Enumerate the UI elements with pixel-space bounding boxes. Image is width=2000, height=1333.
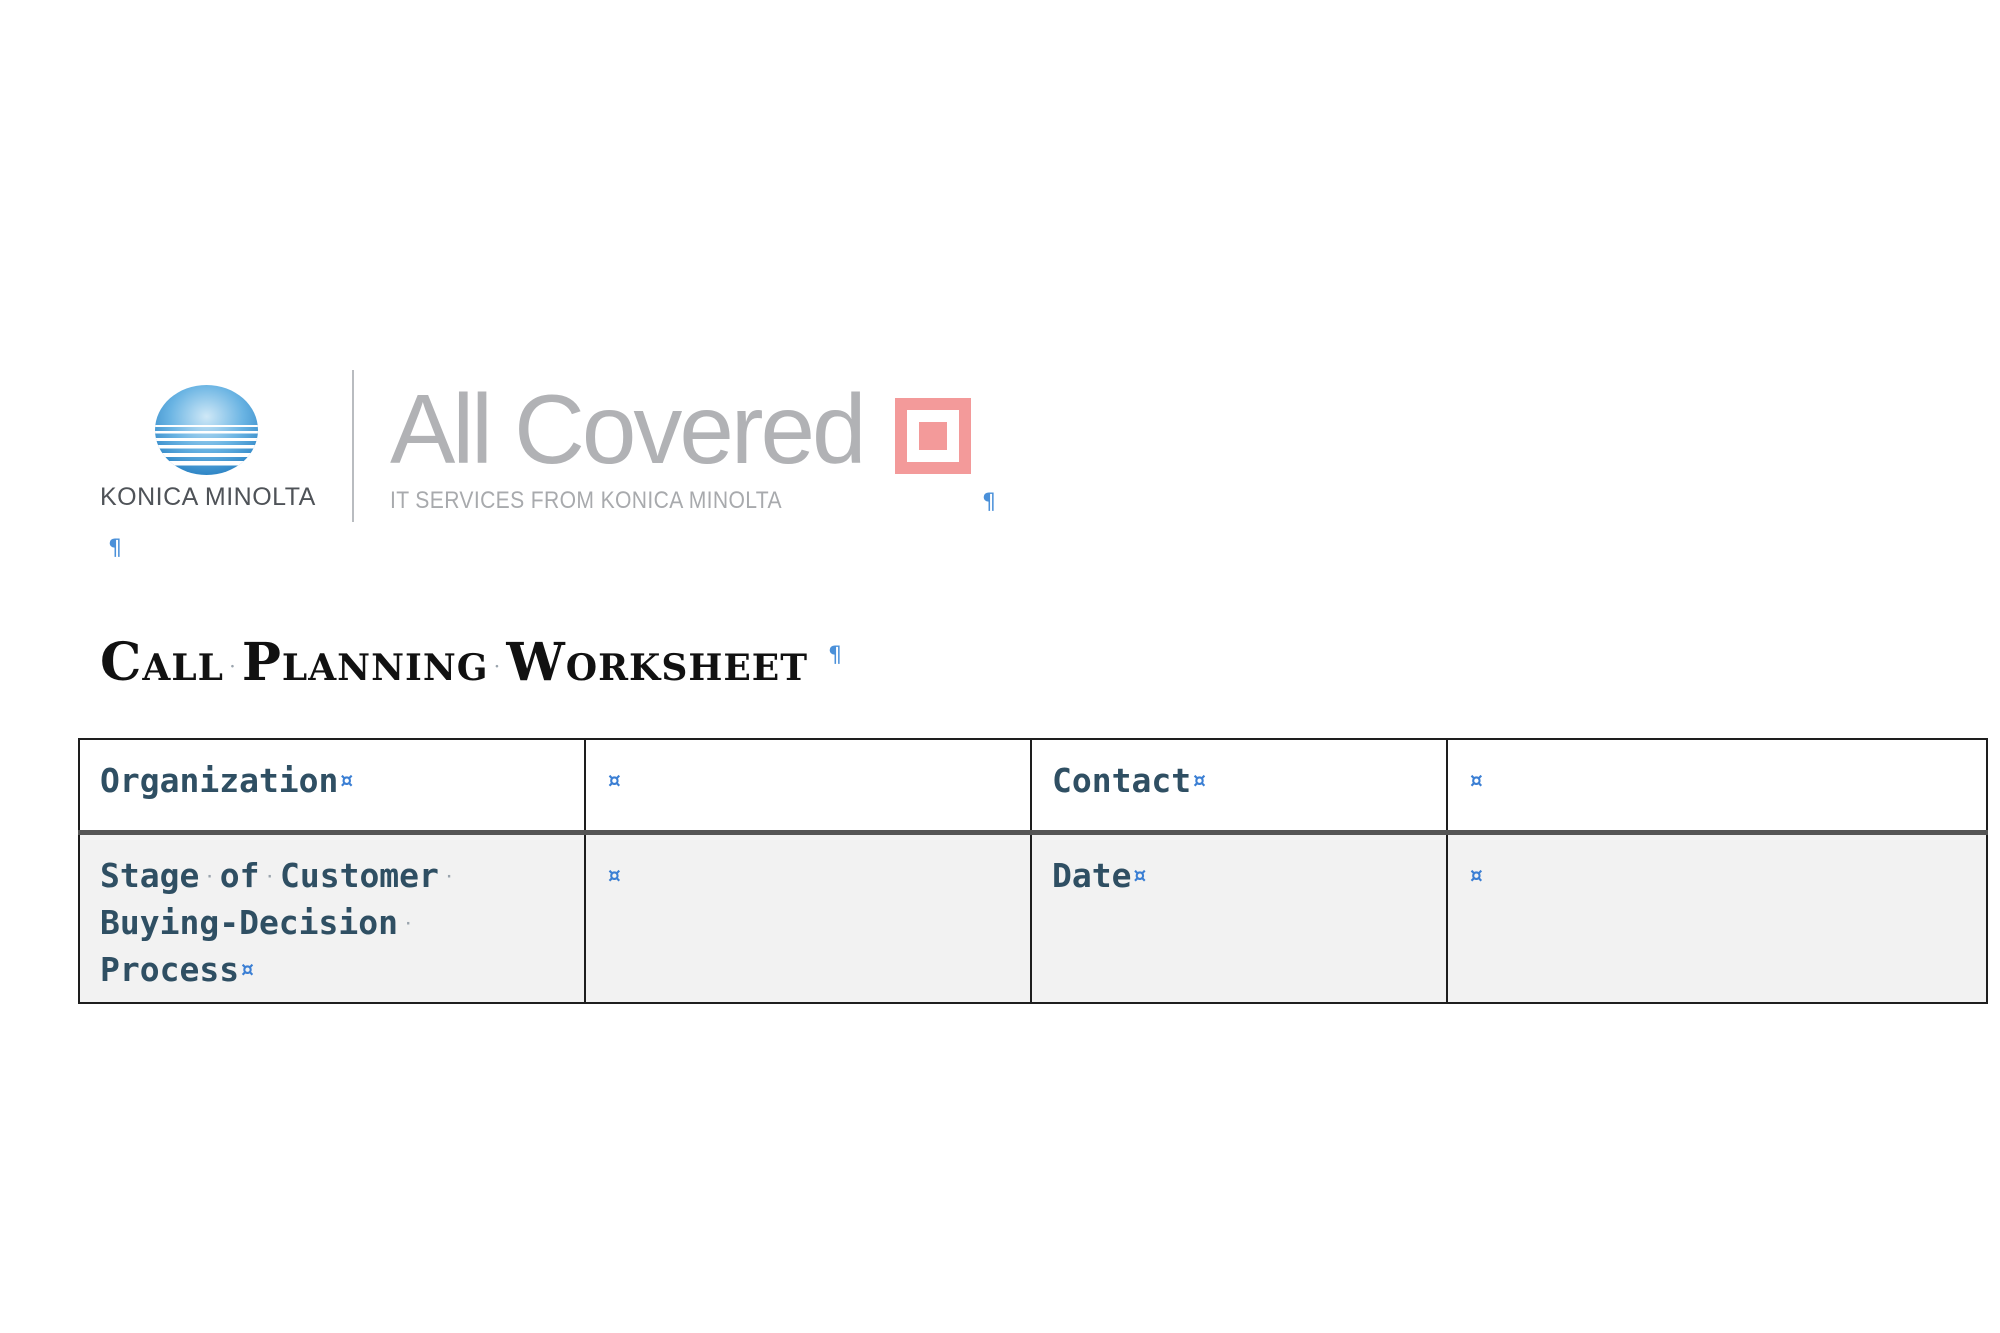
cell-end-mark: ¤ — [241, 957, 254, 981]
stage-label-word: Buying-Decision — [100, 903, 399, 942]
title-word: Worksheet — [506, 632, 809, 693]
cell-end-mark: ¤ — [1193, 768, 1206, 792]
contact-label-cell: Contact ¤ — [1030, 738, 1448, 835]
cell-end-mark: ¤ — [1470, 768, 1483, 792]
stage-label-word: Customer — [279, 856, 439, 895]
title-word: Call — [100, 632, 224, 693]
title-word: Planning — [241, 632, 489, 693]
cell-end-mark: ¤ — [608, 768, 621, 792]
stage-value-cell[interactable]: ¤ — [584, 831, 1032, 1004]
worksheet-table: Organization ¤ ¤ Contact ¤ ¤ Stage · of · Cust… — [78, 738, 1988, 1004]
space-mark: · — [404, 916, 413, 932]
space-mark: · — [229, 658, 236, 675]
organization-label-cell: Organization ¤ — [78, 738, 586, 835]
space-mark: · — [265, 869, 274, 885]
company-logo: KONICA MINOLTA All Covered IT SERVICES F… — [100, 370, 1000, 530]
stage-label-cell: Stage · of · Customer · Buying-Decision · Proc… — [78, 831, 586, 1004]
organization-label: Organization — [100, 761, 339, 800]
stage-label-word: Process — [100, 950, 240, 989]
cell-end-mark: ¤ — [1470, 863, 1483, 887]
table-row: Stage · of · Customer · Buying-Decision · Proc… — [78, 831, 1988, 1004]
stage-label-line: Stage · of · Customer · — [100, 853, 564, 900]
contact-label: Contact — [1052, 761, 1192, 800]
page-title: Call · Planning · Worksheet — [100, 632, 808, 693]
paragraph-mark: ¶ — [108, 536, 122, 561]
allcovered-square-icon — [895, 398, 971, 474]
stage-label-word: Stage — [100, 856, 200, 895]
paragraph-mark: ¶ — [982, 490, 996, 515]
date-label-cell: Date ¤ — [1030, 831, 1448, 1004]
allcovered-wordmark: All Covered — [390, 374, 867, 484]
paragraph-mark: ¶ — [828, 643, 842, 668]
logo-divider — [352, 370, 354, 522]
stage-label-line: Buying-Decision · — [100, 900, 564, 947]
space-mark: · — [494, 658, 501, 675]
date-label: Date — [1052, 856, 1132, 895]
cell-end-mark: ¤ — [1133, 863, 1147, 887]
space-mark: · — [205, 869, 214, 885]
konica-minolta-globe-icon — [155, 385, 258, 475]
organization-value-cell[interactable]: ¤ — [584, 738, 1032, 835]
stage-label-line: Process ¤ — [100, 947, 564, 992]
logo-tagline: IT SERVICES FROM KONICA MINOLTA — [390, 487, 782, 514]
konica-minolta-wordmark: KONICA MINOLTA — [100, 483, 316, 511]
table-row: Organization ¤ ¤ Contact ¤ ¤ — [78, 738, 1988, 835]
cell-end-mark: ¤ — [608, 863, 621, 887]
stage-label-word: of — [219, 856, 260, 895]
date-value-cell[interactable]: ¤ — [1446, 831, 1988, 1004]
contact-value-cell[interactable]: ¤ — [1446, 738, 1988, 835]
cell-end-mark: ¤ — [340, 768, 354, 792]
space-mark: · — [444, 869, 454, 885]
